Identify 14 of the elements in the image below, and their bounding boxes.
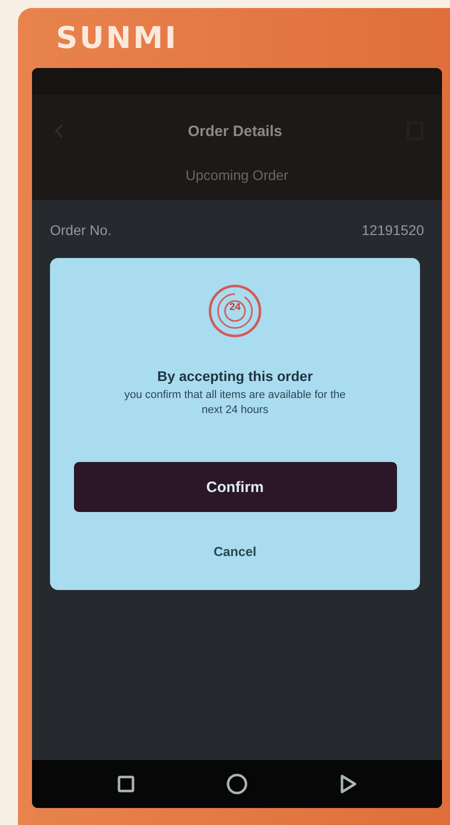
confirm-button[interactable]: Confirm xyxy=(74,462,396,512)
row-value: 12191520 xyxy=(362,222,424,238)
home-icon[interactable] xyxy=(226,773,248,795)
order-status: Upcoming Order xyxy=(184,167,290,183)
dialog-title: By accepting this order xyxy=(157,368,313,384)
clock-icon xyxy=(208,284,262,338)
cancel-button[interactable]: Cancel xyxy=(206,540,264,563)
screen-title: Order Details xyxy=(188,122,282,140)
hours-number: 24 xyxy=(228,302,242,313)
dialog-message: you confirm that all items are available for the next 24 hours xyxy=(123,388,347,418)
recent-apps-icon[interactable] xyxy=(117,775,136,793)
row-label: Order No. xyxy=(50,222,112,238)
brand-logo: SUNMI xyxy=(55,20,180,58)
back-icon[interactable] xyxy=(338,774,357,794)
